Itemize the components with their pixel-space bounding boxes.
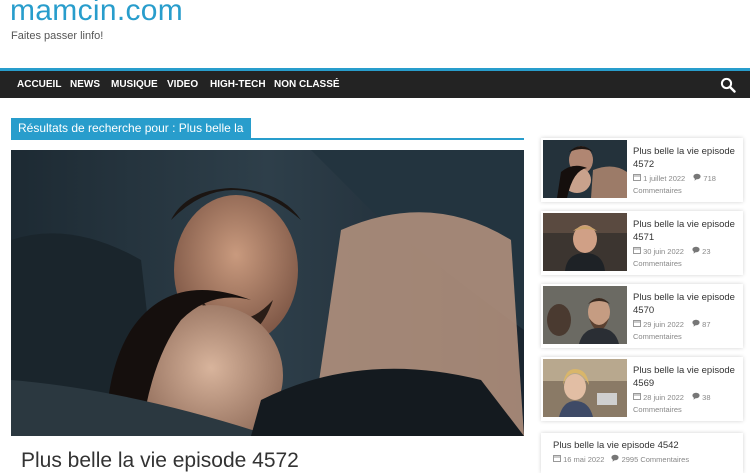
nav-item-musique[interactable]: MUSIQUE [111, 79, 158, 90]
nav-item-non-classe[interactable]: NON CLASSÉ [274, 79, 340, 90]
calendar-icon [633, 319, 641, 331]
post-date[interactable]: 28 juin 2022 [643, 393, 684, 402]
comments-label[interactable]: Commentaires [633, 259, 682, 268]
comment-count[interactable]: 87 [702, 320, 710, 329]
sidebar-post-title[interactable]: Plus belle la vie episode 4571 [633, 218, 739, 244]
sidebar-post-thumbnail[interactable] [543, 140, 627, 198]
comment-icon [692, 319, 700, 331]
sidebar-post-title[interactable]: Plus belle la vie episode 4572 [633, 145, 739, 171]
featured-post-title[interactable]: Plus belle la vie episode 4572 [21, 449, 299, 473]
comment-icon [611, 454, 620, 464]
sidebar-post-card: Plus belle la vie episode 4569 28 juin 2… [541, 357, 743, 421]
sidebar-post-card: Plus belle la vie episode 4542 16 mai 20… [541, 433, 743, 473]
nav-item-video[interactable]: VIDEO [167, 79, 198, 90]
featured-image[interactable] [11, 150, 524, 436]
sidebar-post-title[interactable]: Plus belle la vie episode 4569 [633, 364, 739, 390]
nav-item-news[interactable]: NEWS [70, 79, 100, 90]
post-date[interactable]: 29 juin 2022 [643, 320, 684, 329]
nav-item-accueil[interactable]: ACCUEIL [17, 79, 61, 90]
comment-count[interactable]: 23 [702, 247, 710, 256]
search-results-heading: Résultats de recherche pour : Plus belle… [11, 118, 252, 138]
comments-label[interactable]: Commentaires [633, 186, 682, 195]
post-date[interactable]: 16 mai 2022 [563, 455, 604, 464]
comments-label[interactable]: Commentaires [633, 332, 682, 341]
comment-icon [692, 392, 700, 404]
sidebar-post-card: Plus belle la vie episode 4572 1 juillet… [541, 138, 743, 202]
search-results-heading-bar: Résultats de recherche pour : Plus belle… [11, 118, 524, 140]
comment-count[interactable]: 718 [703, 174, 716, 183]
sidebar-post-meta: 16 mai 2022 2995 Commentaires [553, 454, 689, 464]
post-date[interactable]: 30 juin 2022 [643, 247, 684, 256]
calendar-icon [633, 173, 641, 185]
comment-icon [693, 173, 701, 185]
comments-label[interactable]: Commentaires [633, 405, 682, 414]
comment-count[interactable]: 38 [702, 393, 710, 402]
calendar-icon [633, 246, 641, 258]
sidebar-post-thumbnail[interactable] [543, 359, 627, 417]
comment-count[interactable]: 2995 Commentaires [622, 455, 690, 464]
main-nav: ACCUEIL NEWS MUSIQUE VIDEO HIGH-TECH NON… [0, 68, 750, 98]
site-header: mamcin.com Faites passer linfo! [0, 0, 750, 68]
sidebar-post-card: Plus belle la vie episode 4571 30 juin 2… [541, 211, 743, 275]
calendar-icon [553, 455, 561, 464]
calendar-icon [633, 392, 641, 404]
sidebar-post-meta: 28 juin 2022 38 Commentaires [633, 392, 743, 416]
sidebar-post-card: Plus belle la vie episode 4570 29 juin 2… [541, 284, 743, 348]
sidebar-post-meta: 1 juillet 2022 718 Commentaires [633, 173, 743, 197]
post-date[interactable]: 1 juillet 2022 [643, 174, 685, 183]
site-title[interactable]: mamcin.com [10, 0, 183, 28]
nav-item-high-tech[interactable]: HIGH-TECH [210, 79, 266, 90]
site-tagline: Faites passer linfo! [11, 30, 104, 42]
search-icon[interactable] [720, 77, 736, 93]
sidebar-post-title[interactable]: Plus belle la vie episode 4570 [633, 291, 739, 317]
sidebar-post-thumbnail[interactable] [543, 213, 627, 271]
sidebar-post-meta: 29 juin 2022 87 Commentaires [633, 319, 743, 343]
sidebar-post-title[interactable]: Plus belle la vie episode 4542 [553, 440, 679, 451]
comment-icon [692, 246, 700, 258]
sidebar-post-meta: 30 juin 2022 23 Commentaires [633, 246, 743, 270]
sidebar-post-thumbnail[interactable] [543, 286, 627, 344]
